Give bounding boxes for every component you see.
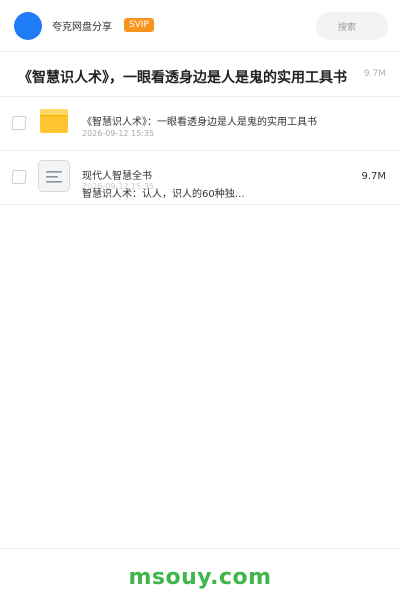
- file-checkbox[interactable]: [11, 116, 27, 130]
- folder-icon: [40, 109, 68, 133]
- document-icon: [38, 160, 70, 192]
- file-row-document[interactable]: 现代人智慧全书 2026-09-12 15:35 智慧识人术：认人，识人的60种…: [0, 151, 400, 205]
- top-bar: 夸克网盘分享 SVIP 搜索: [0, 0, 400, 52]
- file-row-folder[interactable]: 《智慧识人术》：一眼看透身边是人是鬼的实用工具书 2026-09-12 15:3…: [0, 97, 400, 151]
- share-total-size: 9.7M: [363, 69, 386, 79]
- file-name: 现代人智慧全书: [82, 171, 152, 182]
- svip-badge: SVIP: [124, 18, 154, 32]
- file-date: 2026-09-12 15:35: [82, 129, 155, 138]
- avatar[interactable]: [14, 12, 42, 40]
- file-name: 《智慧识人术》：一眼看透身边是人是鬼的实用工具书: [82, 117, 317, 128]
- brand-name: 夸克网盘分享: [52, 22, 112, 33]
- watermark-text: msouy.com: [128, 565, 272, 590]
- share-title-row: 《智慧识人术》，一眼看透身边是人是鬼的实用工具书 9.7M: [0, 53, 400, 97]
- footer-bar: msouy.com: [0, 548, 400, 600]
- file-description: 智慧识人术：认人，识人的60种独…: [82, 189, 245, 200]
- file-size: 9.7M: [361, 171, 386, 182]
- file-checkbox[interactable]: [11, 170, 27, 184]
- search-placeholder: 搜索: [338, 23, 357, 33]
- search-input[interactable]: 搜索: [316, 12, 388, 40]
- share-title: 《智慧识人术》，一眼看透身边是人是鬼的实用工具书: [18, 70, 347, 86]
